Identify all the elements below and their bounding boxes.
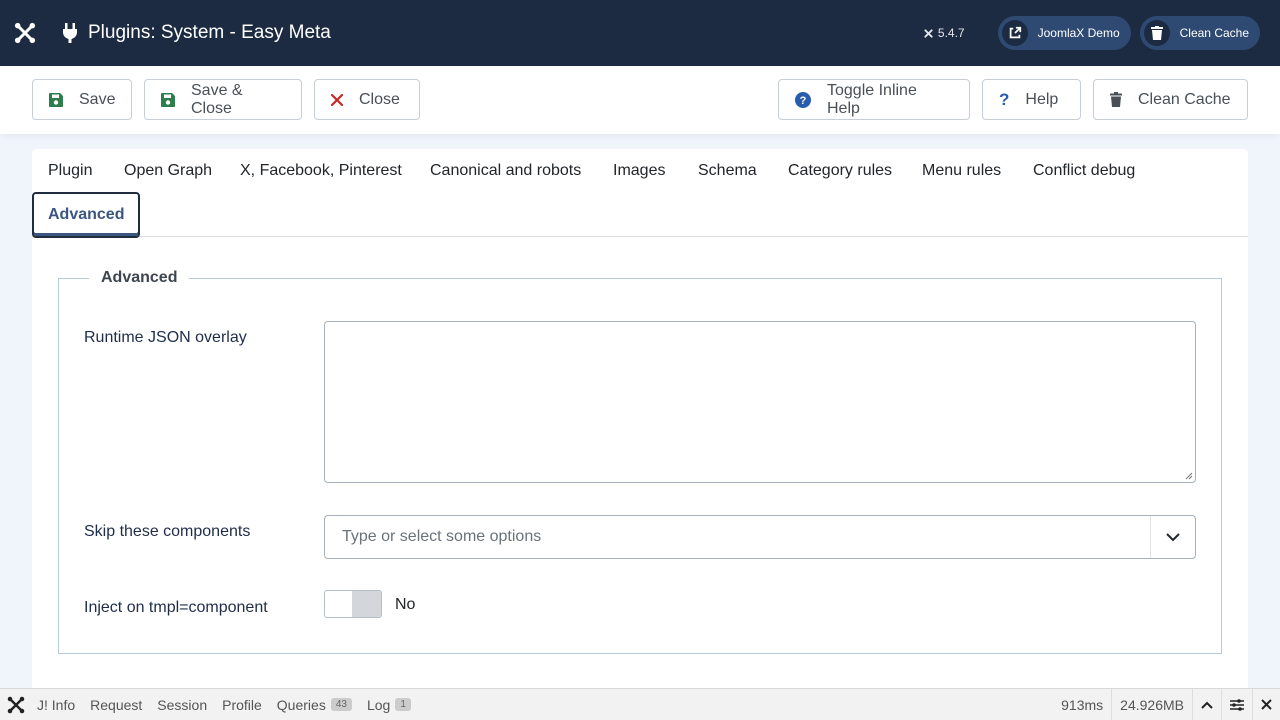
help-button[interactable]: ? Help <box>982 79 1081 120</box>
close-debug-icon[interactable] <box>1252 688 1280 720</box>
clean-cache-button[interactable]: Clean Cache <box>1093 79 1248 120</box>
tab-social[interactable]: X, Facebook, Pinterest <box>240 162 402 180</box>
question-icon: ? <box>999 89 1010 109</box>
joomla-small-icon <box>924 28 933 38</box>
debug-info-tab[interactable]: J! Info <box>37 697 75 713</box>
header-clean-cache-button[interactable]: Clean Cache <box>1139 16 1260 50</box>
save-close-button[interactable]: Save & Close <box>144 79 302 120</box>
debug-session-tab[interactable]: Session <box>157 697 207 713</box>
skip-components-label: Skip these components <box>84 523 251 540</box>
site-link-button[interactable]: JoomlaX Demo <box>997 16 1131 50</box>
version-label: 5.4.7 <box>923 26 965 40</box>
site-link-label: JoomlaX Demo <box>1037 26 1120 40</box>
debug-queries-label: Queries <box>276 696 326 713</box>
joomla-icon <box>14 22 36 44</box>
skip-components-select[interactable]: Type or select some options <box>324 515 1196 559</box>
question-circle-icon: ? <box>795 91 811 108</box>
switch-knob <box>352 591 381 617</box>
settings-sliders-icon[interactable] <box>1221 688 1252 720</box>
close-icon <box>331 93 343 106</box>
save-button[interactable]: Save <box>32 79 132 120</box>
save-icon <box>49 92 63 107</box>
tab-bar: Plugin Open Graph X, Facebook, Pinterest… <box>32 149 1248 238</box>
chevron-up-icon[interactable] <box>1192 688 1221 720</box>
page-title: Plugins: System - Easy Meta <box>62 22 331 44</box>
inject-tmpl-switch[interactable] <box>324 590 382 618</box>
toolbar: Save Save & Close Close ? Toggle Inline … <box>0 66 1280 134</box>
queries-count-badge: 43 <box>330 698 352 711</box>
debug-request-tab[interactable]: Request <box>90 697 142 713</box>
debug-time: 913ms <box>1061 696 1104 713</box>
advanced-fieldset: Advanced Runtime JSON overlay Skip these… <box>58 269 1222 654</box>
admin-header: Plugins: System - Easy Meta 5.4.7 Joomla… <box>0 0 1280 66</box>
page-title-text: Plugins: System - Easy Meta <box>88 22 331 43</box>
log-count-badge: 1 <box>395 698 411 711</box>
tab-schema[interactable]: Schema <box>698 162 757 180</box>
close-label: Close <box>359 90 400 108</box>
version-text: 5.4.7 <box>937 26 965 40</box>
tab-plugin[interactable]: Plugin <box>48 162 92 180</box>
plug-icon <box>62 23 78 43</box>
debug-profile-tab[interactable]: Profile <box>222 697 262 713</box>
tab-canonical-robots[interactable]: Canonical and robots <box>430 162 581 180</box>
svg-text:?: ? <box>800 95 807 107</box>
resize-handle-icon[interactable] <box>1185 472 1193 480</box>
tab-category-rules[interactable]: Category rules <box>788 162 892 180</box>
tab-menu-rules[interactable]: Menu rules <box>922 162 1001 180</box>
inject-tmpl-value: No <box>395 596 416 613</box>
tab-images[interactable]: Images <box>613 162 665 180</box>
debug-log-label: Log <box>366 696 391 713</box>
help-label: Help <box>1025 90 1059 108</box>
debug-memory: 24.926MB <box>1111 688 1192 720</box>
external-link-icon <box>1001 20 1028 46</box>
debug-bar: J! Info Request Session Profile Queries … <box>0 688 1280 720</box>
save-icon <box>161 92 175 107</box>
toggle-inline-help-label: Toggle Inline Help <box>827 81 917 117</box>
trash-icon <box>1143 20 1170 46</box>
clean-cache-label: Clean Cache <box>1138 90 1231 108</box>
plugin-options-card: Plugin Open Graph X, Facebook, Pinterest… <box>32 149 1248 709</box>
trash-icon <box>1110 92 1122 107</box>
close-button[interactable]: Close <box>314 79 420 120</box>
fieldset-legend: Advanced <box>89 269 190 287</box>
save-label: Save <box>79 90 116 108</box>
joomla-logo[interactable] <box>0 0 50 66</box>
header-clean-cache-label: Clean Cache <box>1179 26 1249 40</box>
debug-log-tab[interactable]: Log 1 <box>367 697 411 713</box>
save-close-label: Save & Close <box>191 81 243 117</box>
runtime-json-textarea[interactable] <box>324 321 1196 483</box>
joomla-debug-icon[interactable] <box>0 696 32 714</box>
inject-tmpl-label: Inject on tmpl=component <box>84 599 268 616</box>
runtime-json-label: Runtime JSON overlay <box>84 329 247 346</box>
tab-advanced[interactable]: Advanced <box>32 192 141 238</box>
debug-queries-tab[interactable]: Queries 43 <box>277 697 352 713</box>
chevron-down-icon[interactable] <box>1150 516 1195 558</box>
skip-components-placeholder[interactable]: Type or select some options <box>325 528 1150 546</box>
tab-open-graph[interactable]: Open Graph <box>124 162 212 180</box>
toggle-inline-help-button[interactable]: ? Toggle Inline Help <box>778 79 970 120</box>
tab-conflict-debug[interactable]: Conflict debug <box>1033 162 1135 180</box>
